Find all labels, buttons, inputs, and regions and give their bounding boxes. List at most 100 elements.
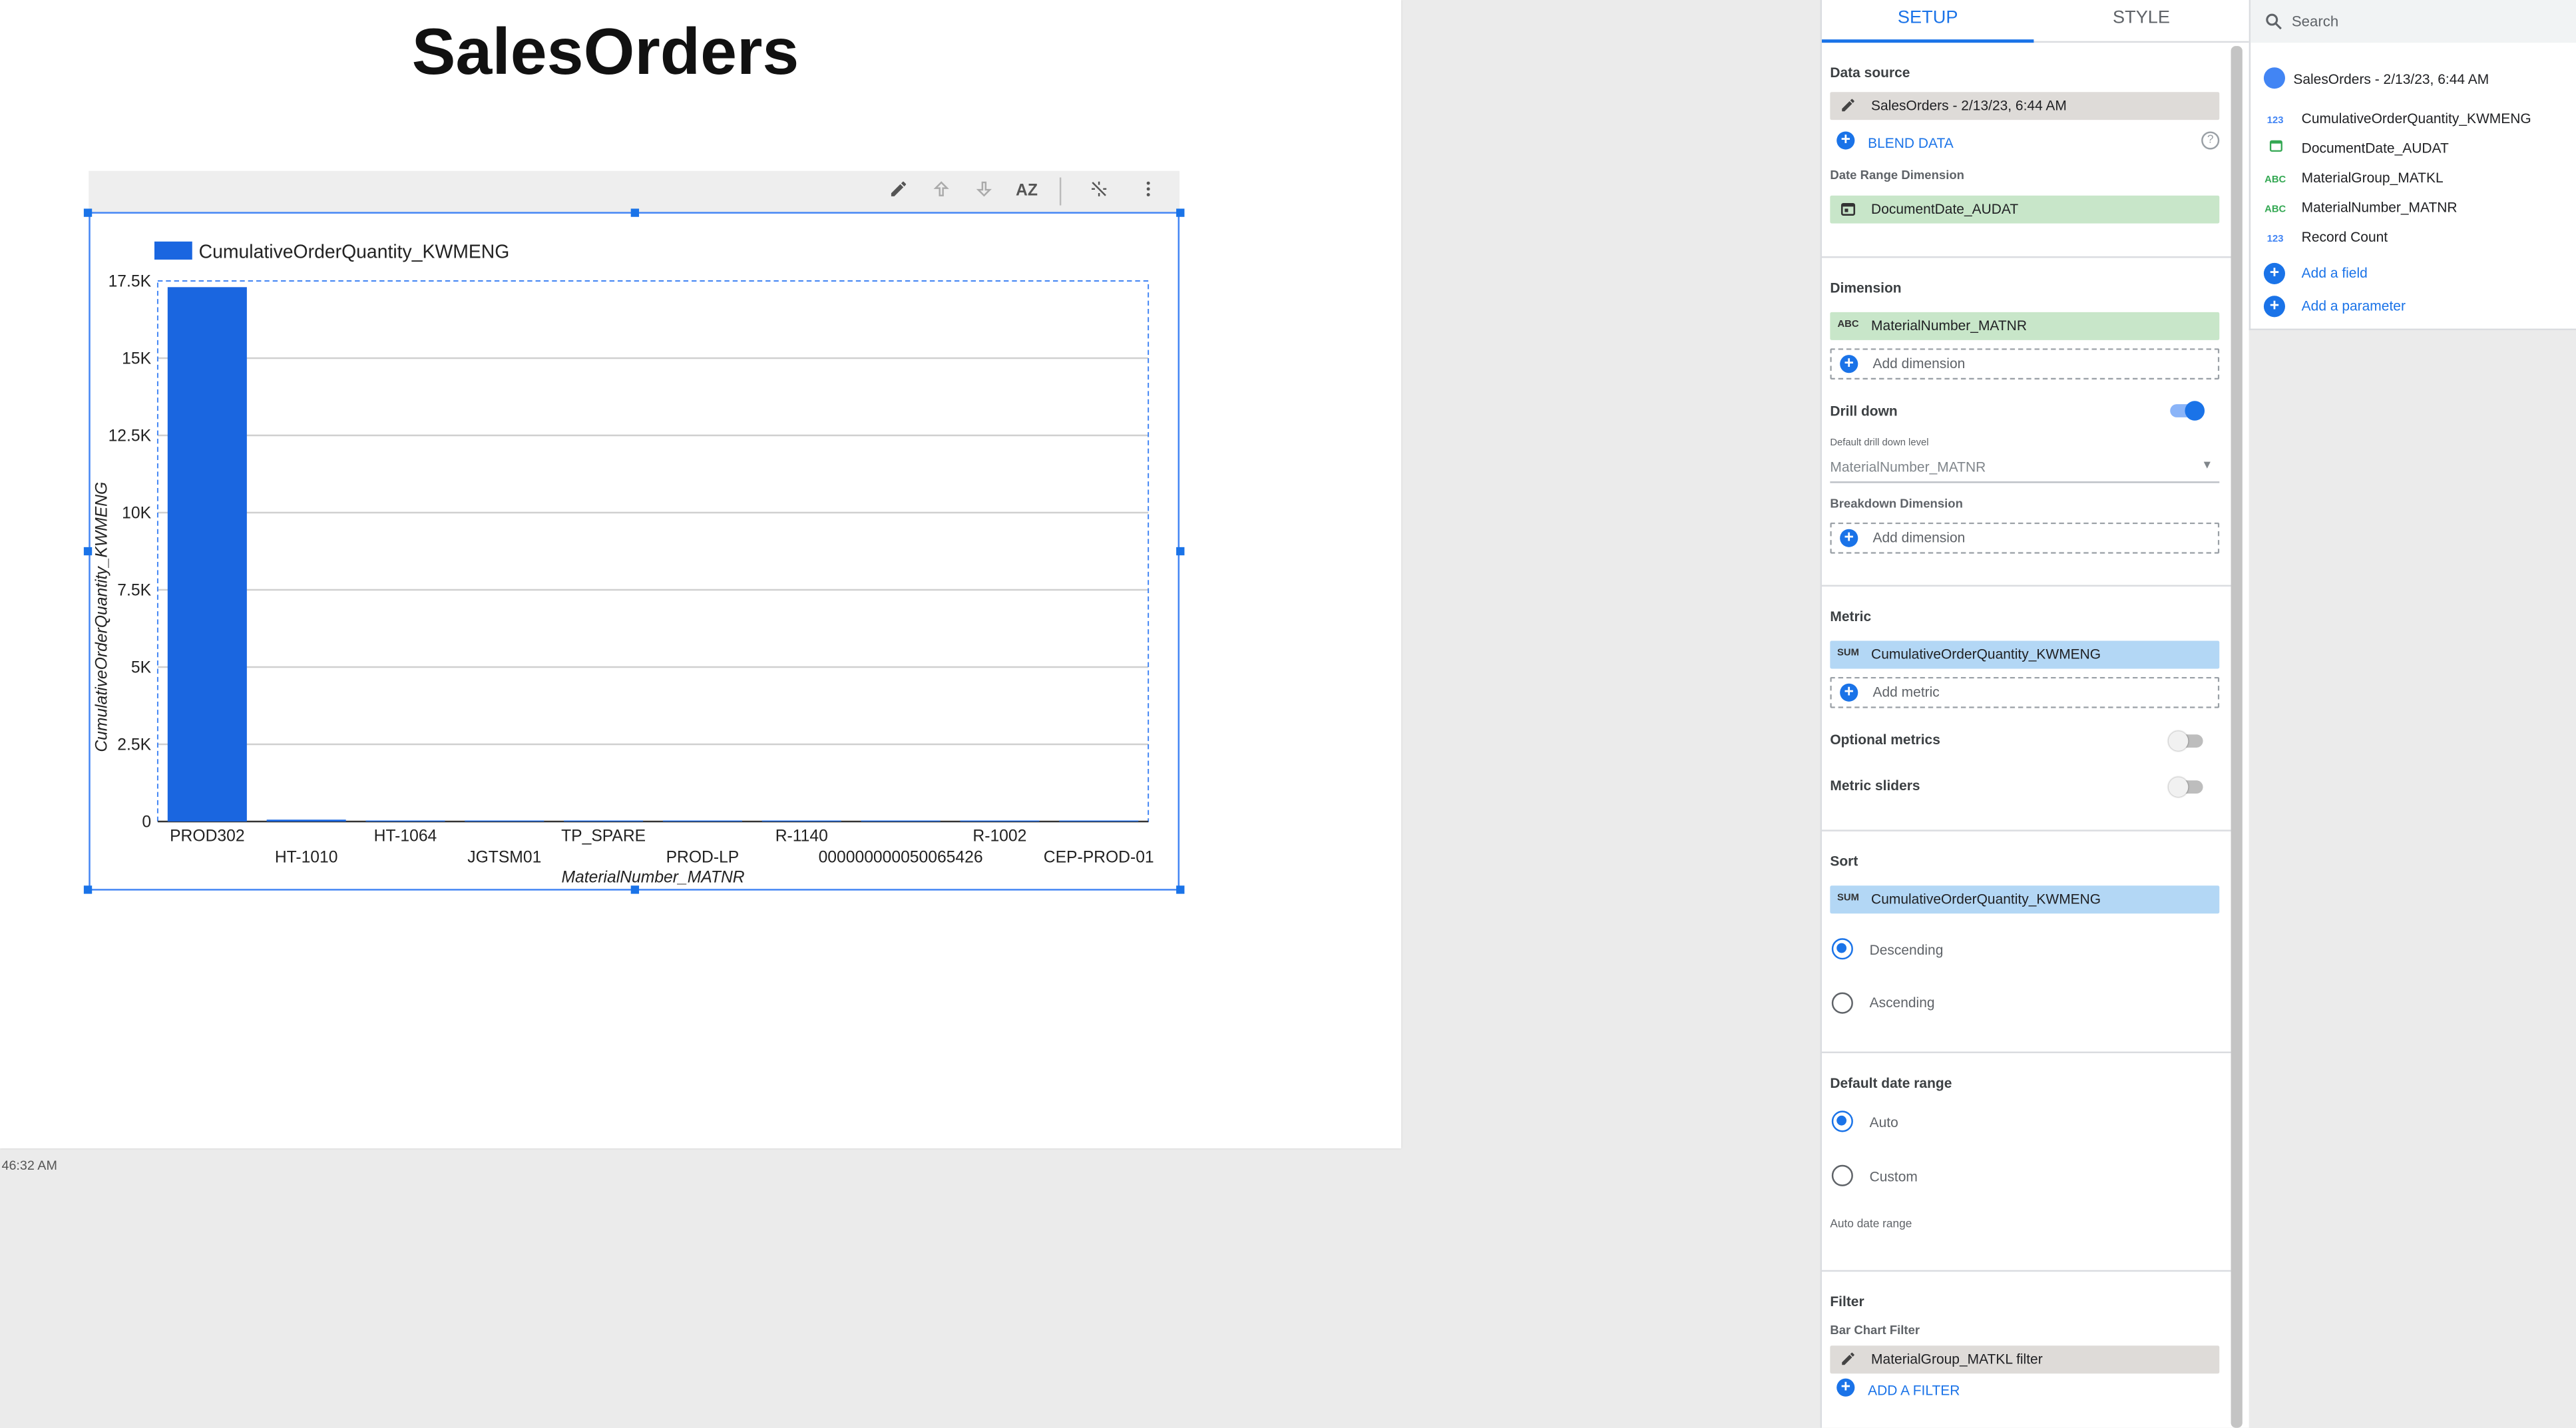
- metric-sliders-toggle[interactable]: [2168, 777, 2203, 797]
- chart-toolbar: AZ: [89, 170, 1180, 212]
- bar-chart[interactable]: 0 2.5K 5K 7.5K 10K 12.5K 15K 17.5K PROD302 HT-101…: [89, 212, 1180, 891]
- custom-radio[interactable]: [1831, 1164, 1853, 1186]
- add-icon[interactable]: +: [1836, 131, 1855, 150]
- descending-label: Descending: [1869, 941, 1944, 958]
- toolbar-separator: [1059, 177, 1062, 206]
- x-tick-label: R-1140: [775, 828, 828, 845]
- more-vert-icon[interactable]: [1134, 178, 1163, 207]
- add-icon[interactable]: +: [2263, 262, 2285, 284]
- auto-radio[interactable]: [1831, 1110, 1853, 1132]
- fields-search[interactable]: Search: [2251, 0, 2576, 43]
- add-icon[interactable]: +: [2263, 296, 2285, 318]
- breakdown-dimension-title: Breakdown Dimension: [1830, 496, 1963, 511]
- resize-handle[interactable]: [630, 885, 640, 894]
- optional-metrics-toggle[interactable]: [2168, 731, 2203, 751]
- add-metric-button[interactable]: + Add metric: [1830, 676, 2220, 708]
- field-item[interactable]: 123 CumulativeOrderQuantity_KWMENG: [2264, 107, 2531, 130]
- x-tick-label: TP_SPARE: [561, 828, 646, 845]
- drill-down-toggle[interactable]: [2170, 401, 2205, 421]
- search-icon: [2264, 10, 2284, 39]
- bar: [167, 287, 247, 822]
- resize-handle[interactable]: [1176, 547, 1185, 556]
- divider: [1822, 256, 2231, 258]
- x-tick-label: HT-1064: [374, 828, 437, 845]
- add-parameter-link[interactable]: Add a parameter: [2302, 298, 2406, 314]
- pencil-icon[interactable]: [884, 178, 913, 207]
- x-tick-label: R-1002: [972, 828, 1026, 845]
- legend-label: CumulativeOrderQuantity_KWMENG: [199, 241, 510, 262]
- date-range-dimension-name: DocumentDate_AUDAT: [1871, 200, 2019, 217]
- bar: [365, 820, 445, 822]
- field-item[interactable]: ABC MaterialNumber_MATNR: [2264, 196, 2458, 219]
- drill-level-value: MaterialNumber_MATNR: [1830, 458, 1986, 475]
- field-item[interactable]: ABC MaterialGroup_MATKL: [2264, 166, 2444, 189]
- field-name: MaterialNumber_MATNR: [2301, 198, 2458, 216]
- arrow-up-icon[interactable]: [927, 178, 956, 207]
- data-source-chip[interactable]: SalesOrders - 2/13/23, 6:44 AM: [1830, 92, 2220, 120]
- resize-handle[interactable]: [83, 885, 93, 894]
- y-tick-label: 0: [142, 814, 151, 832]
- tab-style[interactable]: STYLE: [2036, 0, 2247, 39]
- add-metric-label: Add metric: [1872, 683, 1940, 700]
- field-item[interactable]: 123 Record Count: [2264, 225, 2388, 248]
- resize-handle[interactable]: [1176, 885, 1185, 894]
- data-source-icon: [2263, 67, 2285, 89]
- add-filter-link[interactable]: ADD A FILTER: [1868, 1382, 1960, 1399]
- sum-type-icon: SUM: [1837, 893, 1859, 904]
- sort-chip[interactable]: SUM CumulativeOrderQuantity_KWMENG: [1830, 885, 2220, 914]
- sum-type-icon: SUM: [1837, 648, 1859, 659]
- search-placeholder: Search: [2291, 13, 2339, 30]
- metric-sliders-label: Metric sliders: [1830, 777, 1920, 794]
- pencil-icon[interactable]: [1836, 92, 1860, 120]
- sort-az-icon[interactable]: AZ: [1012, 178, 1041, 207]
- drill-level-label: Default drill down level: [1830, 438, 1929, 449]
- metric-title: Metric: [1830, 608, 1872, 624]
- y-tick-label: 15K: [122, 350, 151, 368]
- legend-swatch: [154, 241, 192, 260]
- fields-data-source-name[interactable]: SalesOrders - 2/13/23, 6:44 AM: [2293, 71, 2489, 87]
- filter-chip[interactable]: MaterialGroup_MATKL filter: [1830, 1345, 2220, 1374]
- add-field-link[interactable]: Add a field: [2302, 264, 2368, 281]
- canvas-timestamp: 46:32 AM: [1, 1158, 57, 1174]
- ascending-radio[interactable]: [1831, 992, 1853, 1014]
- bar: [1059, 820, 1139, 822]
- filter-title: Filter: [1830, 1293, 1864, 1309]
- drill-down-label: Drill down: [1830, 402, 1898, 419]
- field-name: Record Count: [2301, 228, 2388, 245]
- filter-name: MaterialGroup_MATKL filter: [1871, 1350, 2043, 1367]
- dimension-chip[interactable]: ABC MaterialNumber_MATNR: [1830, 312, 2220, 340]
- resize-handle[interactable]: [83, 208, 93, 217]
- tab-setup[interactable]: SETUP: [1822, 0, 2034, 43]
- bar-chart-filter-title: Bar Chart Filter: [1830, 1322, 1920, 1337]
- text-type-icon: ABC: [2264, 205, 2286, 216]
- panel-tabs: SETUP STYLE: [1822, 0, 2249, 43]
- field-name: MaterialGroup_MATKL: [2301, 169, 2444, 186]
- descending-radio[interactable]: [1831, 938, 1853, 960]
- add-breakdown-button[interactable]: + Add dimension: [1830, 522, 2220, 554]
- pencil-icon[interactable]: [1836, 1345, 1860, 1373]
- metric-chip[interactable]: SUM CumulativeOrderQuantity_KWMENG: [1830, 640, 2220, 669]
- drill-level-select[interactable]: MaterialNumber_MATNR ▼: [1830, 453, 2220, 483]
- field-item[interactable]: DocumentDate_AUDAT: [2264, 136, 2449, 160]
- number-type-icon: 123: [2266, 117, 2284, 127]
- resize-handle[interactable]: [83, 547, 93, 556]
- resize-handle[interactable]: [630, 208, 640, 217]
- add-icon[interactable]: +: [1836, 1378, 1855, 1397]
- panel-scrollbar[interactable]: [2231, 46, 2243, 1428]
- y-tick-label: 2.5K: [117, 736, 151, 754]
- custom-label: Custom: [1869, 1168, 1918, 1185]
- date-range-dimension-chip[interactable]: DocumentDate_AUDAT: [1830, 195, 2220, 224]
- no-magic-icon[interactable]: [1084, 178, 1114, 207]
- report-title[interactable]: SalesOrders: [0, 17, 1211, 91]
- bar: [761, 820, 841, 822]
- data-source-title: Data source: [1830, 64, 1910, 81]
- optional-metrics-label: Optional metrics: [1830, 731, 1940, 748]
- data-source-name: SalesOrders - 2/13/23, 6:44 AM: [1871, 97, 2067, 114]
- y-axis-title: CumulativeOrderQuantity_KWMENG: [93, 482, 110, 752]
- resize-handle[interactable]: [1176, 208, 1185, 217]
- add-dimension-button[interactable]: + Add dimension: [1830, 348, 2220, 380]
- arrow-down-icon[interactable]: [969, 178, 998, 207]
- blend-data-link[interactable]: BLEND DATA: [1868, 134, 1954, 151]
- dimension-title: Dimension: [1830, 279, 1902, 296]
- help-icon[interactable]: ?: [2201, 131, 2220, 150]
